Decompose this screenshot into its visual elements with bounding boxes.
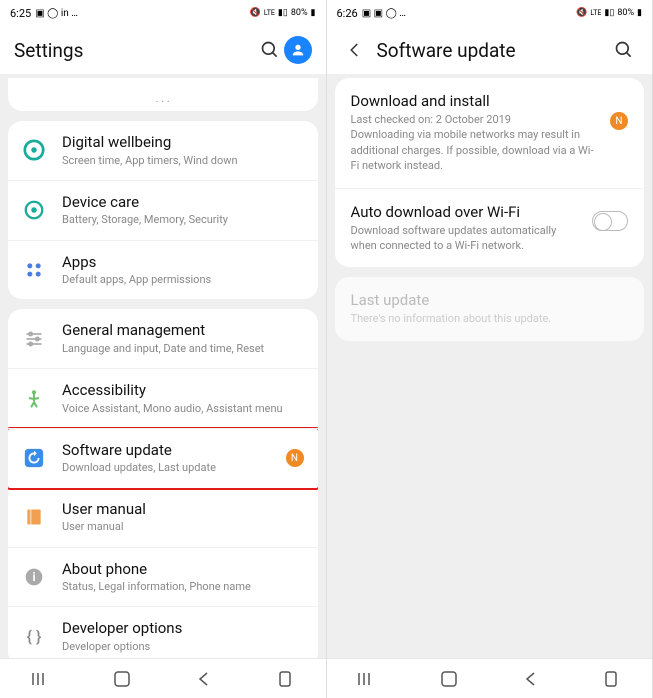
page-title: Software update bbox=[377, 39, 605, 62]
status-bar: 6:26 ▣ ▣ ◯ … 🔇 LTE ▮▯ 80% ▮ bbox=[327, 0, 653, 26]
settings-group: Digital wellbeingScreen time, App timers… bbox=[8, 121, 318, 299]
item-user-manual[interactable]: User manualUser manual bbox=[8, 488, 318, 548]
item-title: Apps bbox=[62, 253, 304, 273]
settings-group: General managementLanguage and input, Da… bbox=[8, 309, 318, 658]
item-sub: Status, Legal information, Phone name bbox=[62, 580, 304, 594]
account-avatar[interactable] bbox=[284, 36, 312, 64]
navigation-bar bbox=[0, 658, 326, 698]
navigation-bar bbox=[327, 658, 653, 698]
item-title: Device care bbox=[62, 193, 304, 213]
signal-icon: ▮▯ bbox=[278, 8, 288, 18]
svg-text:i: i bbox=[32, 570, 35, 584]
update-actions-card: Download and install Last checked on: 2 … bbox=[335, 78, 645, 267]
status-bar: 6:25 ▣ ◯ in … 🔇 LTE ▮▯ 80% ▮ bbox=[0, 0, 326, 26]
about-icon: i bbox=[22, 565, 46, 589]
item-sub: Voice Assistant, Mono audio, Assistant m… bbox=[62, 402, 304, 416]
item-sub: Download software updates automatically … bbox=[351, 223, 583, 254]
item-general-management[interactable]: General managementLanguage and input, Da… bbox=[8, 309, 318, 369]
item-apps[interactable]: AppsDefault apps, App permissions bbox=[8, 241, 318, 300]
settings-list: . . . Digital wellbeingScreen time, App … bbox=[0, 74, 326, 658]
item-sub: Battery, Storage, Memory, Security bbox=[62, 213, 304, 227]
item-digital-wellbeing[interactable]: Digital wellbeingScreen time, App timers… bbox=[8, 121, 318, 181]
volte-icon: LTE bbox=[264, 9, 275, 17]
notification-badge: N bbox=[286, 449, 304, 467]
notification-badge: N bbox=[610, 112, 628, 130]
search-button[interactable] bbox=[610, 36, 638, 64]
status-time: 6:26 bbox=[337, 7, 358, 20]
wellbeing-icon bbox=[22, 138, 46, 162]
item-last-update: Last update There's no information about… bbox=[335, 277, 645, 340]
recents-button[interactable] bbox=[342, 664, 392, 694]
item-title: Developer options bbox=[62, 619, 304, 639]
item-sub: User manual bbox=[62, 520, 304, 534]
item-auto-download[interactable]: Auto download over Wi-Fi Download softwa… bbox=[335, 189, 645, 268]
recents-button[interactable] bbox=[16, 664, 66, 694]
side-panel-button[interactable] bbox=[260, 664, 310, 694]
home-button[interactable] bbox=[97, 664, 147, 694]
apps-icon bbox=[22, 258, 46, 282]
status-app-icons: ▣ ▣ ◯ … bbox=[362, 8, 406, 19]
item-sub: Developer options bbox=[62, 640, 304, 654]
item-device-care[interactable]: Device careBattery, Storage, Memory, Sec… bbox=[8, 181, 318, 241]
battery-text: 80% bbox=[291, 8, 308, 18]
item-developer-options[interactable]: { } Developer optionsDeveloper options bbox=[8, 607, 318, 658]
update-icon bbox=[22, 446, 46, 470]
item-title: About phone bbox=[62, 560, 304, 580]
item-sub: Last checked on: 2 October 2019 Download… bbox=[351, 112, 603, 174]
status-time: 6:25 bbox=[10, 7, 31, 20]
back-button[interactable] bbox=[341, 36, 369, 64]
item-title: Accessibility bbox=[62, 381, 304, 401]
update-header: Software update bbox=[327, 26, 653, 74]
item-title: Software update bbox=[62, 441, 278, 461]
volte-icon: LTE bbox=[590, 9, 601, 17]
item-title: Last update bbox=[351, 291, 629, 309]
item-title: User manual bbox=[62, 500, 304, 520]
care-icon bbox=[22, 198, 46, 222]
auto-download-toggle[interactable] bbox=[592, 211, 628, 231]
software-update-screen: 6:26 ▣ ▣ ◯ … 🔇 LTE ▮▯ 80% ▮ Software upd… bbox=[327, 0, 653, 698]
search-button[interactable] bbox=[256, 36, 284, 64]
manual-icon bbox=[22, 505, 46, 529]
update-content: Download and install Last checked on: 2 … bbox=[327, 74, 653, 658]
item-download-install[interactable]: Download and install Last checked on: 2 … bbox=[335, 78, 645, 189]
battery-icon: ▮ bbox=[637, 8, 642, 18]
settings-header: Settings bbox=[0, 26, 326, 74]
back-button[interactable] bbox=[505, 664, 555, 694]
item-about-phone[interactable]: i About phoneStatus, Legal information, … bbox=[8, 548, 318, 608]
item-sub: Default apps, App permissions bbox=[62, 273, 304, 287]
status-app-icons: ▣ ◯ in … bbox=[35, 8, 78, 19]
battery-text: 80% bbox=[617, 8, 634, 18]
item-title: General management bbox=[62, 321, 304, 341]
item-sub: Download updates, Last update bbox=[62, 461, 278, 475]
back-button[interactable] bbox=[178, 664, 228, 694]
item-title: Auto download over Wi-Fi bbox=[351, 203, 583, 221]
last-update-card: Last update There's no information about… bbox=[335, 277, 645, 340]
truncated-card: . . . bbox=[8, 78, 318, 111]
mute-icon: 🔇 bbox=[576, 8, 587, 18]
settings-screen: 6:25 ▣ ◯ in … 🔇 LTE ▮▯ 80% ▮ Settings . … bbox=[0, 0, 327, 698]
signal-icon: ▮▯ bbox=[604, 8, 614, 18]
item-software-update[interactable]: Software updateDownload updates, Last up… bbox=[8, 429, 318, 488]
home-button[interactable] bbox=[424, 664, 474, 694]
item-sub: There's no information about this update… bbox=[351, 311, 629, 326]
dev-icon: { } bbox=[22, 625, 46, 649]
mute-icon: 🔇 bbox=[250, 8, 261, 18]
item-title: Digital wellbeing bbox=[62, 133, 304, 153]
highlight-software-update: Software updateDownload updates, Last up… bbox=[8, 427, 318, 490]
page-title: Settings bbox=[14, 39, 250, 62]
item-sub: Screen time, App timers, Wind down bbox=[62, 154, 304, 168]
item-accessibility[interactable]: AccessibilityVoice Assistant, Mono audio… bbox=[8, 369, 318, 429]
general-icon bbox=[22, 327, 46, 351]
item-title: Download and install bbox=[351, 92, 603, 110]
battery-icon: ▮ bbox=[311, 8, 316, 18]
side-panel-button[interactable] bbox=[586, 664, 636, 694]
accessibility-icon bbox=[22, 387, 46, 411]
item-sub: Language and input, Date and time, Reset bbox=[62, 342, 304, 356]
